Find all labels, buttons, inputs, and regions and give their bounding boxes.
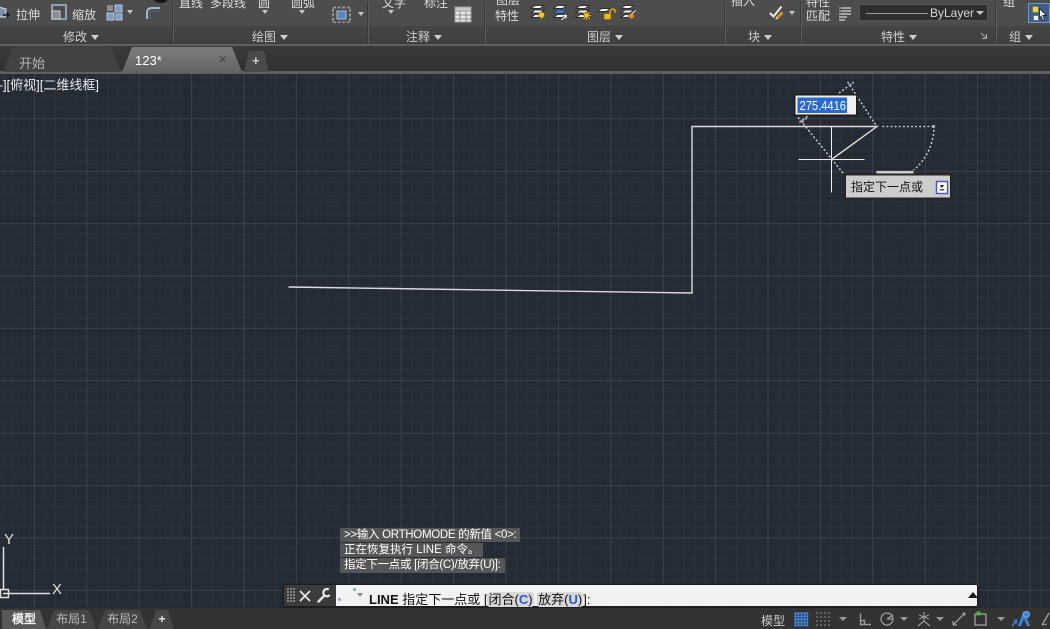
svg-text:[-][俯视][二维线框]: [-][俯视][二维线框] bbox=[0, 78, 99, 93]
svg-text:X: X bbox=[52, 581, 62, 598]
svg-text:Y: Y bbox=[4, 531, 14, 548]
svg-text:指定下一点或: 指定下一点或 bbox=[851, 179, 923, 194]
svg-text:275.4416: 275.4416 bbox=[800, 99, 847, 113]
